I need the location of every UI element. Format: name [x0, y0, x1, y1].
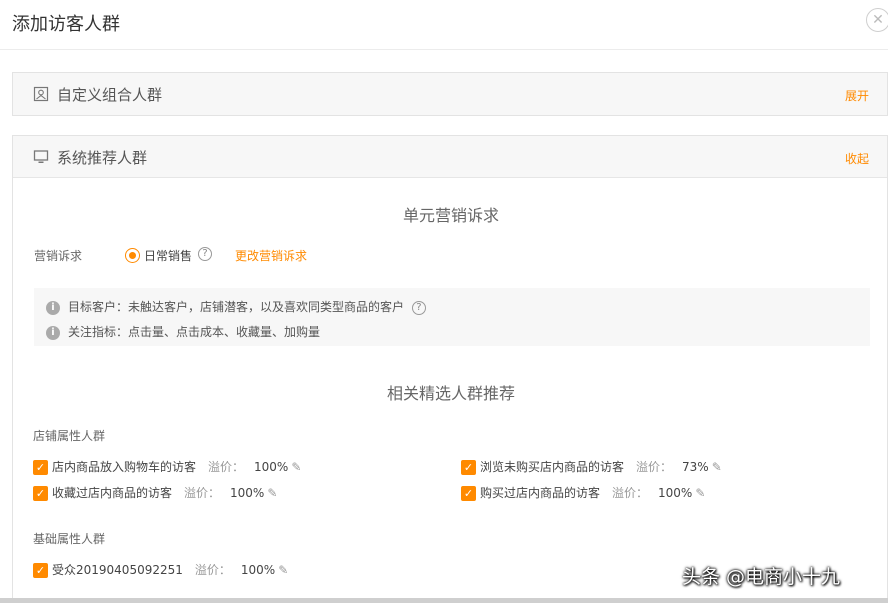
audience-checkbox[interactable]: ✓ [33, 563, 48, 578]
target-label: 目标客户： [68, 300, 129, 314]
info-box: i 目标客户：未触达客户，店铺潜客，以及喜欢同类型商品的客户 ? i 关注指标：点击… [34, 288, 870, 346]
close-icon[interactable]: ✕ [866, 8, 888, 32]
audience-name: 浏览未购买店内商品的访客 [480, 460, 625, 474]
audience-name: 受众20190405092251 [52, 563, 183, 577]
image-icon [33, 86, 49, 102]
edit-pencil-icon[interactable]: ✎ [712, 460, 722, 474]
system-recommend-panel-header[interactable]: 系统推荐人群 收起 [13, 136, 887, 178]
premium-value: 100% [658, 486, 693, 500]
expand-button[interactable]: 展开 [845, 87, 869, 104]
monitor-icon [33, 150, 49, 163]
premium-value: 100% [240, 563, 276, 577]
custom-group-title: 自定义组合人群 [57, 86, 163, 104]
store-group-label: 店铺属性人群 [33, 429, 106, 443]
audience-name: 购买过店内商品的访客 [480, 486, 601, 500]
focus-metric-line: i 关注指标：点击量、点击成本、收藏量、加购量 [46, 323, 320, 340]
premium-label: 溢价： [194, 563, 231, 577]
custom-group-panel: 自定义组合人群 展开 [12, 72, 888, 116]
premium-value: 100% [254, 460, 289, 474]
daily-sales-label: 日常销售 [144, 249, 193, 263]
audience-checkbox[interactable]: ✓ [461, 486, 476, 501]
audience-item: ✓ 受众20190405092251 溢价： 100% ✎ [33, 561, 288, 578]
horizontal-scrollbar[interactable] [0, 598, 888, 603]
dialog-title: 添加访客人群 [12, 14, 120, 35]
audience-checkbox[interactable]: ✓ [461, 460, 476, 475]
collapse-button[interactable]: 收起 [845, 150, 869, 167]
info-icon: i [46, 325, 60, 340]
audience-item: ✓ 收藏过店内商品的访客 溢价： 100% ✎ [33, 484, 277, 501]
recommend-section-title: 相关精选人群推荐 [386, 384, 515, 403]
marketing-section-title: 单元营销诉求 [402, 206, 499, 225]
focus-text: 点击量、点击成本、收藏量、加购量 [128, 325, 321, 339]
target-customer-line: i 目标客户：未触达客户，店铺潜客，以及喜欢同类型商品的客户 ? [46, 298, 426, 315]
target-text: 未触达客户，店铺潜客，以及喜欢同类型商品的客户 [128, 300, 405, 314]
custom-group-panel-header[interactable]: 自定义组合人群 展开 [13, 73, 887, 115]
system-recommend-title: 系统推荐人群 [57, 149, 148, 167]
premium-label: 溢价： [208, 460, 245, 474]
change-marketing-link[interactable]: 更改营销诉求 [235, 247, 307, 264]
premium-value: 100% [230, 486, 265, 500]
premium-value: 73% [682, 460, 709, 474]
watermark: 头条 @电商小十九 [682, 566, 841, 588]
dialog-header: 添加访客人群 ✕ [0, 0, 888, 50]
edit-pencil-icon[interactable]: ✎ [695, 486, 705, 500]
edit-pencil-icon[interactable]: ✎ [291, 460, 301, 474]
audience-item: ✓ 购买过店内商品的访客 溢价： 100% ✎ [461, 484, 705, 501]
help-icon[interactable]: ? [198, 247, 212, 261]
premium-label: 溢价： [612, 486, 649, 500]
audience-item: ✓ 浏览未购买店内商品的访客 溢价： 73% ✎ [461, 458, 722, 475]
premium-label: 溢价： [184, 486, 221, 500]
daily-sales-radio[interactable] [125, 248, 140, 263]
basic-group-label: 基础属性人群 [33, 532, 106, 546]
info-icon: i [46, 300, 60, 315]
audience-item: ✓ 店内商品放入购物车的访客 溢价： 100% ✎ [33, 458, 301, 475]
focus-label: 关注指标： [68, 325, 129, 339]
help-icon[interactable]: ? [411, 300, 426, 315]
audience-checkbox[interactable]: ✓ [33, 486, 48, 501]
audience-checkbox[interactable]: ✓ [33, 460, 48, 475]
audience-name: 店内商品放入购物车的访客 [52, 460, 197, 474]
system-recommend-panel: 系统推荐人群 收起 单元营销诉求 营销诉求 日常销售 ? 更改营销诉求 i 目标客… [12, 135, 888, 603]
marketing-label: 营销诉求 [34, 249, 83, 263]
audience-name: 收藏过店内商品的访客 [52, 486, 173, 500]
edit-pencil-icon[interactable]: ✎ [278, 563, 288, 577]
premium-label: 溢价： [636, 460, 673, 474]
edit-pencil-icon[interactable]: ✎ [267, 486, 277, 500]
